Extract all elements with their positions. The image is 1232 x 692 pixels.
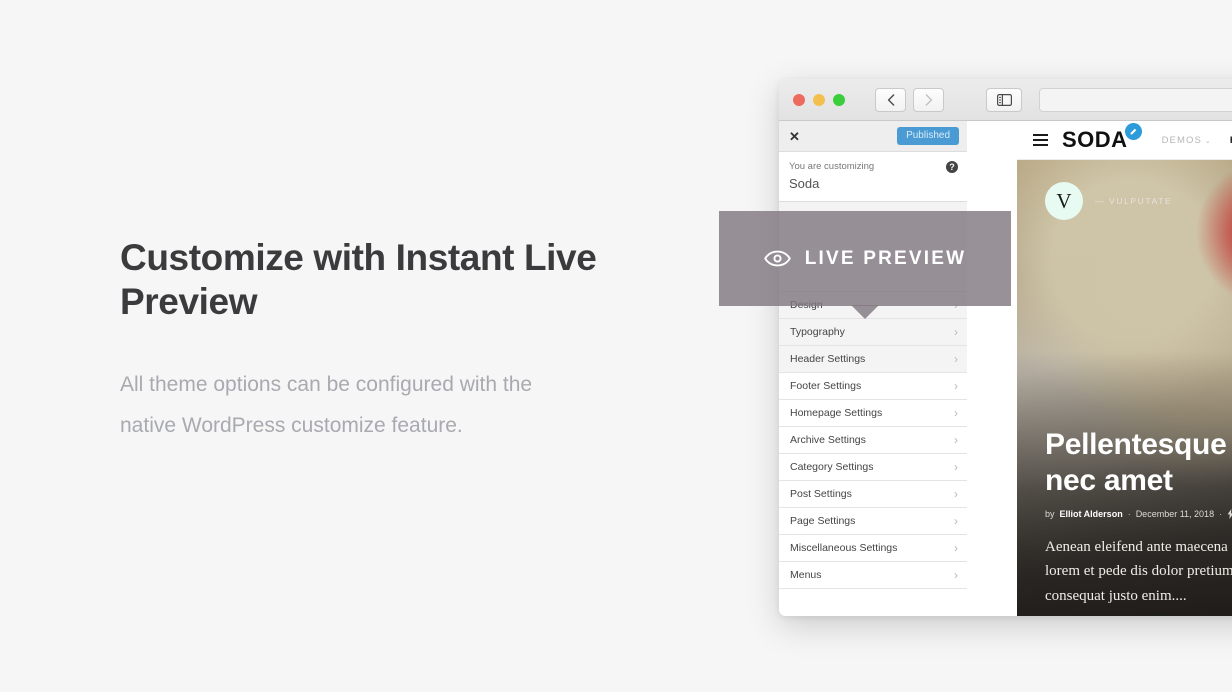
eye-glyph-icon (763, 250, 791, 267)
site-logo[interactable]: SODA (1062, 123, 1142, 152)
publish-button[interactable]: Published (897, 127, 959, 145)
bolt-icon (1227, 509, 1232, 520)
sidebar-toggle-button[interactable] (986, 87, 1022, 112)
sidebar-item-label: Archive Settings (790, 433, 866, 446)
nav-item-demos[interactable]: DEMOS ⌄ (1162, 135, 1212, 146)
browser-titlebar (779, 79, 1232, 121)
wp-customizer-panel: ✕ Published You are customizing Soda ? D… (779, 121, 967, 616)
sidebar-item-label: Page Settings (790, 514, 856, 527)
tooltip-pointer-icon (851, 305, 879, 319)
byline-prefix: by (1045, 509, 1055, 520)
forward-button[interactable] (913, 87, 944, 112)
article-author[interactable]: Elliot Alderson (1060, 509, 1123, 519)
sidebar-item-label: Category Settings (790, 460, 874, 473)
minimize-window-button[interactable] (813, 93, 825, 106)
close-window-button[interactable] (793, 93, 805, 106)
sidebar-item-label: Homepage Settings (790, 406, 883, 419)
meta-separator: · (1127, 509, 1131, 520)
customizing-site-name: Soda (789, 176, 820, 192)
chevron-right-icon (925, 93, 932, 106)
chevron-right-icon: › (954, 513, 958, 528)
article-category[interactable]: — VULPUTATE (1095, 196, 1172, 206)
meta-separator: · (1219, 509, 1223, 520)
traffic-lights (793, 93, 845, 106)
article-body: Pellentesque p nec amet by Elliot Alders… (1045, 427, 1232, 608)
site-header: SODA DEMOS⌄ HOME⌄ (1017, 121, 1232, 160)
sidebar-item-post-settings[interactable]: Post Settings › (779, 481, 967, 508)
site-nav: DEMOS⌄ HOME⌄ P (1162, 135, 1232, 146)
article-excerpt: Aenean eleifend ante maecena lorem et pe… (1045, 539, 1232, 604)
chevron-right-icon: › (954, 432, 958, 447)
sidebar-item-label: Footer Settings (790, 379, 862, 392)
sidebar-item-typography[interactable]: Typography › (779, 318, 967, 346)
zoom-window-button[interactable] (833, 93, 845, 106)
page-title: Customize with Instant Live Preview (120, 237, 597, 322)
article-date: December 11, 2018 (1135, 509, 1215, 520)
sidebar-item-label: Miscellaneous Settings (790, 541, 898, 554)
featured-article[interactable]: V — VULPUTATE Pellentesque p nec amet by… (1017, 160, 1232, 616)
hamburger-icon[interactable] (1033, 134, 1048, 146)
help-icon[interactable]: ? (946, 161, 958, 173)
hero-section: Customize with Instant Live Preview All … (120, 236, 680, 447)
chevron-right-icon: › (954, 324, 958, 339)
sidebar-item-archive-settings[interactable]: Archive Settings › (779, 427, 967, 454)
chevron-down-icon: ⌄ (1204, 137, 1212, 145)
chevron-right-icon: › (954, 540, 958, 555)
customizer-sections-list: Design › Typography › Header Settings › … (779, 291, 967, 589)
article-meta: by Elliot Alderson · December 11, 2018 ·… (1045, 509, 1232, 520)
pencil-glyph-icon (1130, 128, 1137, 135)
sidebar-item-header-settings[interactable]: Header Settings › (779, 345, 967, 373)
hero-subtitle: All theme options can be configured with… (120, 373, 533, 438)
eye-icon (763, 250, 791, 267)
chevron-right-icon: › (954, 486, 958, 501)
customizer-toolbar: ✕ Published (779, 121, 967, 152)
sidebar-item-menus[interactable]: Menus › (779, 562, 967, 589)
browser-window: ✕ Published You are customizing Soda ? D… (779, 79, 1232, 616)
sidebar-item-homepage-settings[interactable]: Homepage Settings › (779, 400, 967, 427)
avatar: V (1045, 182, 1083, 220)
sidebar-item-category-settings[interactable]: Category Settings › (779, 454, 967, 481)
sidebar-item-miscellaneous-settings[interactable]: Miscellaneous Settings › (779, 535, 967, 562)
chevron-right-icon: › (954, 459, 958, 474)
address-bar[interactable] (1039, 87, 1232, 112)
sidebar-item-label: Post Settings (790, 487, 852, 500)
sidebar-item-footer-settings[interactable]: Footer Settings › (779, 373, 967, 400)
live-preview-label: LIVE PREVIEW (804, 248, 967, 269)
article-category-row: V — VULPUTATE (1045, 182, 1172, 220)
chevron-right-icon: › (954, 351, 958, 366)
chevron-left-icon (887, 93, 894, 106)
sidebar-icon (996, 93, 1012, 106)
site-preview: SODA DEMOS⌄ HOME⌄ (1017, 121, 1232, 616)
browser-content: ✕ Published You are customizing Soda ? D… (779, 121, 1232, 616)
pencil-icon (1124, 123, 1142, 140)
browser-nav-buttons (875, 87, 944, 112)
sidebar-item-page-settings[interactable]: Page Settings › (779, 508, 967, 535)
chevron-right-icon: › (954, 567, 958, 582)
chevron-right-icon: › (954, 378, 958, 393)
close-customizer-button[interactable]: ✕ (789, 130, 800, 143)
live-preview-tooltip[interactable]: LIVE PREVIEW (719, 211, 1011, 319)
customizer-header: You are customizing Soda ? (779, 152, 967, 202)
page-root: Customize with Instant Live Preview All … (0, 0, 1232, 692)
customizer-empty-space (779, 588, 967, 616)
customizing-label: You are customizing (789, 161, 875, 172)
sidebar-item-label: Header Settings (790, 352, 866, 365)
article-title[interactable]: Pellentesque p nec amet (1045, 427, 1232, 498)
preview-gutter (967, 121, 1017, 616)
back-button[interactable] (875, 87, 906, 112)
nav-item-label: DEMOS (1161, 134, 1202, 146)
sidebar-item-label: Typography (790, 325, 845, 338)
sidebar-item-label: Menus (790, 568, 822, 581)
chevron-right-icon: › (954, 405, 958, 420)
site-logo-text: SODA (1062, 127, 1128, 152)
